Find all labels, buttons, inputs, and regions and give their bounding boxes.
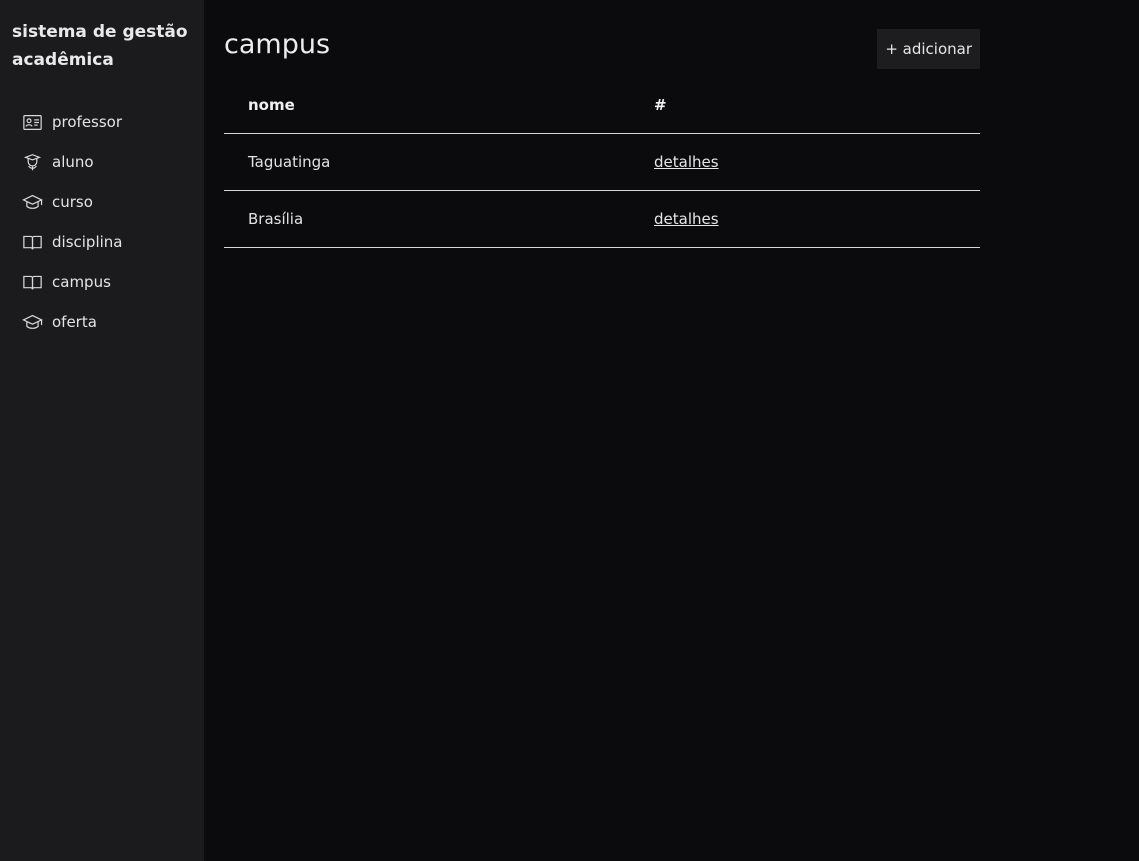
sidebar-item-aluno[interactable]: aluno	[0, 142, 204, 182]
page-title: campus	[224, 29, 331, 60]
details-link[interactable]: detalhes	[654, 153, 719, 171]
sidebar-item-disciplina[interactable]: disciplina	[0, 222, 204, 262]
cell-nome: Brasília	[224, 190, 630, 248]
sidebar: sistema de gestão acadêmica professor al…	[0, 0, 204, 861]
graduation-cap-icon	[21, 192, 43, 212]
sidebar-item-label: aluno	[52, 153, 94, 171]
main-content: campus + adicionar nome # Taguatinga det…	[204, 0, 1139, 861]
add-button[interactable]: + adicionar	[877, 29, 980, 69]
book-open-icon	[21, 232, 43, 252]
id-card-icon	[21, 112, 43, 132]
book-open-icon	[21, 272, 43, 292]
sidebar-item-label: disciplina	[52, 233, 123, 251]
graduation-cap-icon	[21, 312, 43, 332]
sidebar-item-oferta[interactable]: oferta	[0, 302, 204, 342]
cell-actions: detalhes	[630, 133, 980, 191]
sidebar-item-label: professor	[52, 113, 123, 131]
sidebar-item-campus[interactable]: campus	[0, 262, 204, 302]
table-row: Brasília detalhes	[224, 190, 980, 248]
campus-table: nome # Taguatinga detalhes Brasília deta…	[224, 76, 980, 248]
sidebar-item-label: oferta	[52, 313, 97, 331]
table-row: Taguatinga detalhes	[224, 133, 980, 191]
sidebar-item-label: campus	[52, 273, 111, 291]
sidebar-item-curso[interactable]: curso	[0, 182, 204, 222]
details-link[interactable]: detalhes	[654, 210, 719, 228]
sidebar-nav: professor aluno curso disciplina campus …	[0, 102, 204, 342]
app-brand: sistema de gestão acadêmica	[12, 22, 188, 70]
column-header-actions: #	[630, 76, 980, 134]
table-header-row: nome #	[224, 76, 980, 134]
column-header-nome: nome	[224, 76, 630, 134]
student-icon	[21, 152, 43, 172]
sidebar-item-professor[interactable]: professor	[0, 102, 204, 142]
page-header: campus + adicionar	[224, 0, 980, 76]
sidebar-item-label: curso	[52, 193, 93, 211]
cell-actions: detalhes	[630, 190, 980, 248]
app-root: sistema de gestão acadêmica professor al…	[0, 0, 1139, 861]
cell-nome: Taguatinga	[224, 133, 630, 191]
